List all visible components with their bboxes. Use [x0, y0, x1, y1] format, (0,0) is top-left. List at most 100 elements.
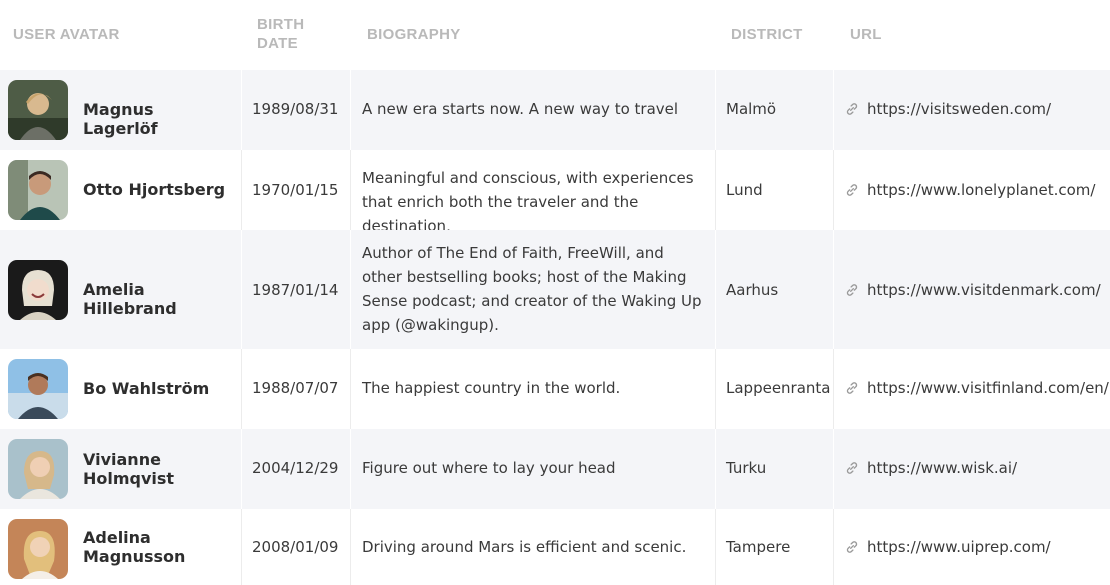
- header-district[interactable]: DISTRICT: [731, 25, 803, 44]
- url-text: https://www.visitfinland.com/en/: [867, 379, 1109, 397]
- avatar[interactable]: [8, 519, 68, 579]
- user-name: Otto Hjortsberg: [83, 180, 233, 199]
- url-text: https://www.visitdenmark.com/: [867, 281, 1101, 299]
- user-name-line2: Magnusson: [83, 547, 186, 566]
- column-divider: [241, 509, 242, 585]
- user-name-line1: Amelia Hillebrand: [83, 280, 177, 318]
- biography: The happiest country in the world.: [362, 379, 621, 397]
- avatar[interactable]: [8, 80, 68, 140]
- user-name: Amelia Hillebrand: [83, 280, 233, 318]
- table-row[interactable]: Adelina Magnusson 2008/01/09 Driving aro…: [0, 509, 1110, 585]
- users-table: USER AVATAR BIRTH DATE BIOGRAPHY DISTRIC…: [0, 0, 1110, 585]
- biography: Driving around Mars is efficient and sce…: [362, 538, 687, 556]
- user-name-line1: Otto Hjortsberg: [83, 180, 226, 199]
- url-link[interactable]: https://visitsweden.com/: [845, 97, 1051, 121]
- table-row[interactable]: Otto Hjortsberg 1970/01/15 Meaningful an…: [0, 150, 1110, 235]
- user-name-line1: Adelina: [83, 528, 151, 547]
- url-text: https://visitsweden.com/: [867, 100, 1052, 118]
- avatar-image: [8, 80, 68, 140]
- column-divider: [241, 150, 242, 230]
- district: Malmö: [726, 100, 777, 118]
- avatar[interactable]: [8, 359, 68, 419]
- column-divider: [350, 150, 351, 230]
- link-icon: [846, 184, 858, 196]
- url-text: https://www.wisk.ai/: [867, 459, 1018, 477]
- header-biography[interactable]: BIOGRAPHY: [367, 25, 461, 44]
- link-icon: [846, 382, 858, 394]
- avatar-image: [8, 519, 68, 579]
- link-icon: [846, 103, 858, 115]
- header-user-avatar[interactable]: USER AVATAR: [13, 25, 120, 44]
- biography: Author of The End of Faith, FreeWill, an…: [362, 244, 702, 334]
- column-divider: [350, 429, 351, 509]
- user-name: Bo Wahlström: [83, 379, 233, 398]
- biography: Meaningful and conscious, with experienc…: [362, 169, 694, 235]
- table-row[interactable]: Magnus Lagerlöf 1989/08/31 A new era sta…: [0, 70, 1110, 150]
- column-divider: [241, 70, 242, 150]
- url-text: https://www.lonelyplanet.com/: [867, 181, 1096, 199]
- column-divider: [241, 429, 242, 509]
- column-divider: [833, 150, 834, 230]
- url-link[interactable]: https://www.wisk.ai/: [845, 456, 1017, 480]
- district: Turku: [726, 459, 767, 477]
- column-divider: [833, 70, 834, 150]
- link-icon: [846, 462, 858, 474]
- column-divider: [715, 150, 716, 230]
- column-divider: [350, 230, 351, 349]
- column-divider: [715, 349, 716, 429]
- user-name-line1: Bo Wahlström: [83, 379, 210, 398]
- column-divider: [833, 429, 834, 509]
- column-divider: [833, 349, 834, 429]
- table-row[interactable]: Vivianne Holmqvist 2004/12/29 Figure out…: [0, 429, 1110, 509]
- header-url[interactable]: URL: [850, 25, 882, 44]
- link-icon: [846, 284, 858, 296]
- birth-date: 1970/01/15: [252, 181, 339, 199]
- table-header: USER AVATAR BIRTH DATE BIOGRAPHY DISTRIC…: [0, 0, 1110, 70]
- column-divider: [833, 509, 834, 585]
- birth-date: 2008/01/09: [252, 538, 339, 556]
- column-divider: [350, 349, 351, 429]
- birth-date: 1987/01/14: [252, 281, 339, 299]
- district: Tampere: [726, 538, 791, 556]
- user-name: Adelina Magnusson: [83, 528, 233, 566]
- url-text: https://www.uiprep.com/: [867, 538, 1051, 556]
- user-name: Magnus Lagerlöf: [83, 100, 233, 138]
- column-divider: [833, 230, 834, 349]
- avatar-image: [8, 260, 68, 320]
- table-row[interactable]: Bo Wahlström 1988/07/07 The happiest cou…: [0, 349, 1110, 429]
- user-name-line2: Holmqvist: [83, 469, 175, 488]
- column-divider: [350, 509, 351, 585]
- avatar-image: [8, 359, 68, 419]
- user-name-line1: Magnus Lagerlöf: [83, 100, 158, 138]
- column-divider: [715, 509, 716, 585]
- column-divider: [715, 70, 716, 150]
- url-link[interactable]: https://www.visitfinland.com/en/: [845, 376, 1109, 400]
- table-row[interactable]: Amelia Hillebrand 1987/01/14 Author of T…: [0, 230, 1110, 349]
- url-link[interactable]: https://www.uiprep.com/: [845, 535, 1051, 559]
- column-divider: [715, 230, 716, 349]
- url-link[interactable]: https://www.visitdenmark.com/: [845, 278, 1101, 302]
- header-birth-date-line1: BIRTH: [257, 16, 305, 33]
- column-divider: [241, 230, 242, 349]
- avatar[interactable]: [8, 439, 68, 499]
- avatar-image: [8, 439, 68, 499]
- district: Lund: [726, 181, 763, 199]
- avatar[interactable]: [8, 160, 68, 220]
- column-divider: [241, 349, 242, 429]
- column-divider: [715, 429, 716, 509]
- column-divider: [350, 70, 351, 150]
- biography: Figure out where to lay your head: [362, 459, 616, 477]
- url-link[interactable]: https://www.lonelyplanet.com/: [845, 178, 1095, 202]
- birth-date: 1989/08/31: [252, 100, 339, 118]
- avatar-image: [8, 160, 68, 220]
- user-name: Vivianne Holmqvist: [83, 450, 233, 488]
- header-birth-date-line2: DATE: [257, 35, 298, 52]
- birth-date: 2004/12/29: [252, 459, 339, 477]
- link-icon: [846, 541, 858, 553]
- user-name-line1: Vivianne: [83, 450, 161, 469]
- biography: A new era starts now. A new way to trave…: [362, 100, 679, 118]
- avatar[interactable]: [8, 260, 68, 320]
- birth-date: 1988/07/07: [252, 379, 339, 397]
- district: Aarhus: [726, 281, 779, 299]
- header-birth-date[interactable]: BIRTH DATE: [257, 15, 304, 53]
